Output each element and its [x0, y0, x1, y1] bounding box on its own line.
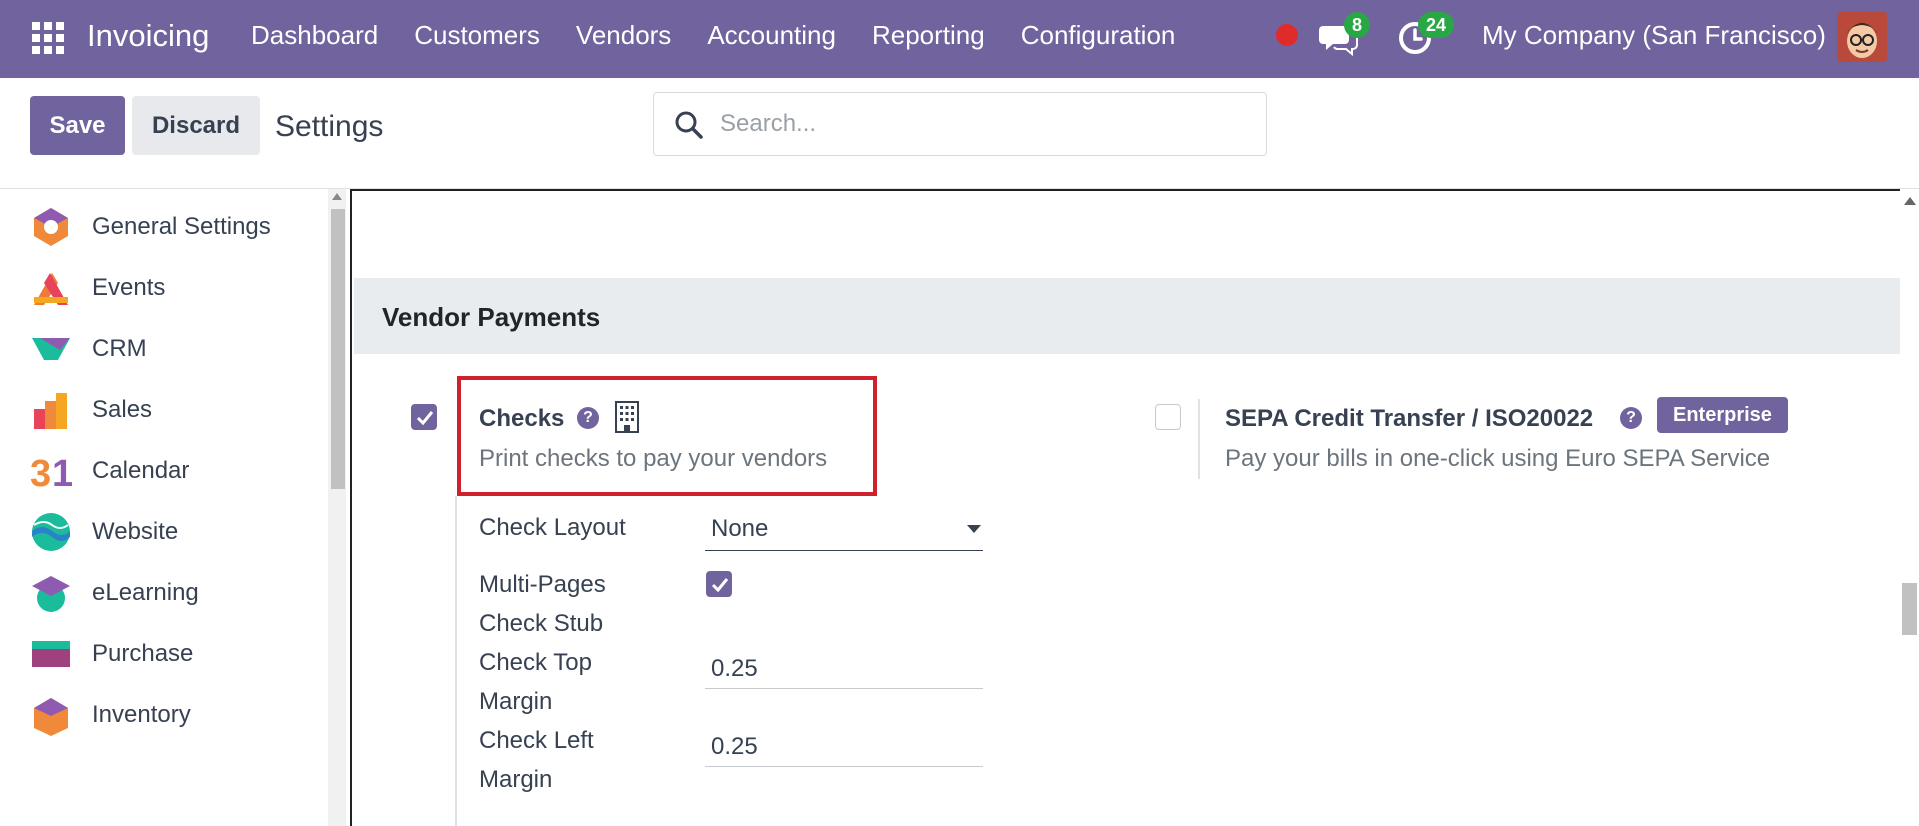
- sidebar-item-crm[interactable]: CRM: [0, 319, 330, 379]
- search-input[interactable]: [720, 103, 1250, 145]
- enterprise-badge[interactable]: Enterprise: [1657, 397, 1788, 433]
- sidebar-item-label: Inventory: [92, 701, 191, 728]
- top-margin-label-line2: Margin: [479, 688, 553, 715]
- sales-icon: [34, 393, 67, 429]
- left-margin-input[interactable]: [705, 727, 983, 767]
- messages-count-badge: 8: [1344, 12, 1371, 38]
- sidebar-item-events[interactable]: Events: [0, 258, 330, 318]
- app-brand[interactable]: Invoicing: [87, 18, 209, 54]
- help-icon[interactable]: ?: [577, 407, 599, 429]
- main-menu: Dashboard Customers Vendors Accounting R…: [251, 20, 1211, 51]
- calendar-icon: 3 1: [30, 453, 72, 492]
- checks-description: Print checks to pay your vendors: [479, 445, 828, 472]
- sidebar-item-website[interactable]: Website: [0, 502, 330, 562]
- scroll-up-arrow-icon[interactable]: [332, 193, 342, 200]
- checks-checkbox[interactable]: [411, 404, 437, 430]
- activities-count-badge: 24: [1418, 12, 1455, 38]
- sepa-divider: [1198, 399, 1200, 479]
- crm-icon: [32, 338, 70, 360]
- sidebar-item-general-settings[interactable]: General Settings: [0, 197, 330, 257]
- multipages-checkbox[interactable]: [706, 571, 732, 597]
- control-panel: Save Discard Settings: [0, 78, 1919, 189]
- menu-accounting[interactable]: Accounting: [707, 20, 836, 51]
- sepa-title: SEPA Credit Transfer / ISO20022: [1225, 405, 1594, 432]
- sidebar-item-label: General Settings: [92, 213, 271, 240]
- svg-text:1: 1: [52, 453, 72, 492]
- scroll-up-arrow-icon[interactable]: [1904, 197, 1916, 205]
- left-margin-label-line2: Margin: [479, 766, 553, 793]
- page-title: Settings: [275, 110, 384, 143]
- left-margin-label-line1: Check Left: [479, 727, 594, 754]
- menu-reporting[interactable]: Reporting: [872, 20, 985, 51]
- menu-customers[interactable]: Customers: [414, 20, 540, 51]
- sidebar-item-label: Sales: [92, 396, 153, 423]
- checks-highlight-box: [457, 376, 877, 496]
- menu-vendors[interactable]: Vendors: [576, 20, 671, 51]
- discard-button[interactable]: Discard: [132, 96, 260, 155]
- content-scrollbar-thumb[interactable]: [1902, 583, 1917, 635]
- company-building-icon: [615, 401, 639, 433]
- sidebar-item-inventory[interactable]: Inventory: [0, 685, 330, 745]
- top-margin-input[interactable]: [705, 649, 983, 689]
- checks-title: Checks: [479, 405, 565, 432]
- sidebar-item-label: Calendar: [92, 457, 190, 484]
- events-icon: [34, 273, 68, 305]
- sidebar-item-label: CRM: [92, 335, 147, 362]
- menu-configuration[interactable]: Configuration: [1021, 20, 1176, 51]
- sidebar-item-label: eLearning: [92, 579, 199, 606]
- section-header: Vendor Payments: [354, 278, 1900, 354]
- search-icon: [675, 111, 703, 139]
- multipages-label-line2: Check Stub: [479, 610, 604, 637]
- multipages-label-line1: Multi-Pages: [479, 571, 606, 598]
- menu-dashboard[interactable]: Dashboard: [251, 20, 378, 51]
- sidebar-item-calendar[interactable]: 3 1 Calendar: [0, 441, 330, 501]
- sidebar-item-label: Purchase: [92, 640, 194, 667]
- sidebar-scrollbar-thumb[interactable]: [331, 209, 345, 489]
- sidebar-item-label: Events: [92, 274, 166, 301]
- save-button[interactable]: Save: [30, 96, 125, 155]
- content-scrollbar[interactable]: [1900, 189, 1919, 826]
- sepa-description: Pay your bills in one-click using Euro S…: [1225, 445, 1771, 472]
- top-navbar: Invoicing Dashboard Customers Vendors Ac…: [0, 0, 1919, 78]
- check-layout-label: Check Layout: [479, 514, 626, 541]
- settings-sidebar: General Settings Events CRM Sales 3 1 Ca…: [0, 189, 350, 826]
- elearning-icon: [32, 576, 70, 612]
- inventory-icon: [34, 698, 68, 736]
- sidebar-scrollbar[interactable]: [328, 189, 346, 826]
- general-settings-icon: [34, 208, 68, 246]
- sidebar-item-elearning[interactable]: eLearning: [0, 563, 330, 623]
- sidebar-item-purchase[interactable]: Purchase: [0, 624, 330, 684]
- checkmark-icon: [416, 411, 434, 426]
- company-switcher[interactable]: My Company (San Francisco): [1482, 20, 1826, 51]
- settings-content: Vendor Payments Checks ? Print checks to…: [350, 189, 1900, 826]
- check-layout-value: None: [711, 515, 769, 542]
- sidebar-item-label: Website: [92, 518, 179, 545]
- user-avatar[interactable]: [1837, 12, 1887, 62]
- checkmark-icon: [711, 578, 729, 593]
- section-title: Vendor Payments: [382, 302, 601, 332]
- dropdown-caret-icon: [967, 525, 981, 533]
- search-box[interactable]: [653, 92, 1267, 156]
- help-icon[interactable]: ?: [1620, 407, 1642, 429]
- apps-menu-icon[interactable]: [32, 22, 64, 54]
- sidebar-item-sales[interactable]: Sales: [0, 380, 330, 440]
- recording-indicator-icon[interactable]: [1276, 24, 1298, 46]
- check-layout-select[interactable]: None: [705, 509, 983, 551]
- svg-text:3: 3: [30, 453, 51, 492]
- purchase-icon: [32, 641, 70, 667]
- website-icon: [32, 513, 70, 551]
- checks-fields-divider: [455, 496, 457, 826]
- top-margin-label-line1: Check Top: [479, 649, 592, 676]
- sepa-checkbox[interactable]: [1155, 404, 1181, 430]
